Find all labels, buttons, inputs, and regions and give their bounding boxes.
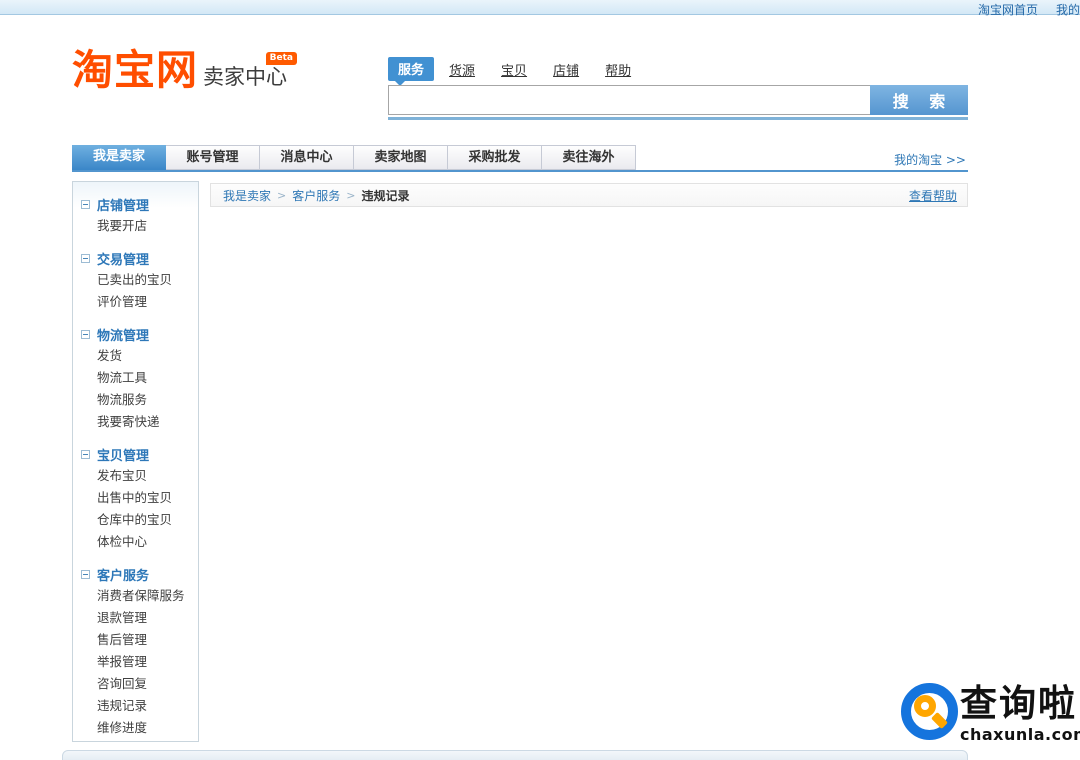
sidebar-section-title: 宝贝管理 [97, 448, 150, 464]
search-tab-supply[interactable]: 货源 [449, 60, 475, 79]
search-row: 搜 索 [388, 85, 968, 115]
breadcrumb-bar: 我是卖家 > 客户服务 > 违规记录 查看帮助 [210, 183, 968, 207]
logo-suffix-text: 卖家中心 Beta [203, 52, 297, 90]
nav-tab-message[interactable]: 消息中心 [260, 145, 354, 170]
sidebar-section-logistics-management: 物流管理 发货 物流工具 物流服务 我要寄快递 [73, 318, 198, 438]
collapse-minus-icon[interactable] [81, 253, 90, 263]
collapse-minus-icon[interactable] [81, 199, 90, 209]
watermark-domain: chaxunla.com [960, 725, 1080, 744]
sidebar-item-warehouse-items[interactable]: 仓库中的宝贝 [73, 509, 198, 531]
sidebar-item-report-management[interactable]: 举报管理 [73, 651, 198, 673]
sidebar-item-rating-management[interactable]: 评价管理 [73, 291, 198, 313]
collapse-minus-icon[interactable] [81, 329, 90, 339]
topbar-link-taobao-home[interactable]: 淘宝网首页 [978, 1, 1038, 18]
search-tab-service[interactable]: 服务 [388, 57, 435, 86]
breadcrumb: 我是卖家 > 客户服务 > 违规记录 [211, 187, 409, 204]
sidebar-item-logistics-tools[interactable]: 物流工具 [73, 367, 198, 389]
beta-badge: Beta [265, 52, 297, 65]
search-tabs: 服务 货源 宝贝 店铺 帮助 [388, 57, 968, 86]
sidebar-item-refund-management[interactable]: 退款管理 [73, 607, 198, 629]
search-button[interactable]: 搜 索 [870, 85, 968, 115]
search-tab-shop[interactable]: 店铺 [553, 60, 579, 79]
sidebar-section-title: 店铺管理 [97, 198, 150, 214]
sidebar-header-shop-management[interactable]: 店铺管理 [73, 193, 198, 215]
nav-tab-overseas[interactable]: 卖往海外 [542, 145, 636, 170]
sidebar-section-trade-management: 交易管理 已卖出的宝贝 评价管理 [73, 242, 198, 318]
sidebar-item-sold-items[interactable]: 已卖出的宝贝 [73, 269, 198, 291]
sidebar-item-logistics-service[interactable]: 物流服务 [73, 389, 198, 411]
breadcrumb-separator: > [277, 188, 287, 202]
sidebar-header-logistics-management[interactable]: 物流管理 [73, 323, 198, 345]
collapse-minus-icon[interactable] [81, 449, 90, 459]
sidebar-section-title: 客户服务 [97, 568, 150, 584]
sidebar-section-title: 交易管理 [97, 252, 150, 268]
main-nav: 我是卖家 账号管理 消息中心 卖家地图 采购批发 卖往海外 我的淘宝 >> [72, 145, 968, 172]
footer-strip [62, 750, 968, 760]
chaxunla-watermark: 查询啦 chaxunla.com [901, 683, 1080, 744]
sidebar-section-item-management: 宝贝管理 发布宝贝 出售中的宝贝 仓库中的宝贝 体检中心 [73, 438, 198, 558]
sidebar: 店铺管理 我要开店 交易管理 已卖出的宝贝 评价管理 物流管理 发货 物流工具 … [72, 181, 199, 742]
topbar-link-my-taobao[interactable]: 我的淘宝 [1056, 1, 1080, 18]
logo[interactable]: 淘宝网 卖家中心 Beta [72, 46, 297, 94]
sidebar-item-repair-progress[interactable]: 维修进度 [73, 717, 198, 739]
my-taobao-link[interactable]: 我的淘宝 >> [894, 151, 966, 168]
breadcrumb-current-page: 违规记录 [361, 188, 410, 203]
view-help-link[interactable]: 查看帮助 [909, 187, 957, 204]
sidebar-item-aftersale-management[interactable]: 售后管理 [73, 629, 198, 651]
main-nav-tabs: 我是卖家 账号管理 消息中心 卖家地图 采购批发 卖往海外 [72, 145, 968, 170]
sidebar-section-shop-management: 店铺管理 我要开店 [73, 188, 198, 242]
search-input[interactable] [388, 85, 871, 115]
topbar: 淘宝网首页 我的淘宝 [0, 0, 1080, 18]
search-tab-help[interactable]: 帮助 [605, 60, 631, 79]
sidebar-header-customer-service[interactable]: 客户服务 [73, 563, 198, 585]
search-underline [388, 117, 968, 120]
sidebar-item-ship[interactable]: 发货 [73, 345, 198, 367]
magnifier-logo-icon [901, 683, 958, 740]
search-tab-item[interactable]: 宝贝 [501, 60, 527, 79]
watermark-title: 查询啦 [960, 682, 1077, 725]
breadcrumb-separator: > [346, 188, 356, 202]
sidebar-section-customer-service: 客户服务 消费者保障服务 退款管理 售后管理 举报管理 咨询回复 违规记录 维修… [73, 558, 198, 744]
breadcrumb-link-seller[interactable]: 我是卖家 [223, 187, 271, 204]
sidebar-header-trade-management[interactable]: 交易管理 [73, 247, 198, 269]
sidebar-item-publish-item[interactable]: 发布宝贝 [73, 465, 198, 487]
sidebar-item-on-sale-items[interactable]: 出售中的宝贝 [73, 487, 198, 509]
nav-tab-wholesale[interactable]: 采购批发 [448, 145, 542, 170]
logo-brand-text: 淘宝网 [72, 46, 198, 94]
nav-tab-seller-map[interactable]: 卖家地图 [354, 145, 448, 170]
sidebar-header-item-management[interactable]: 宝贝管理 [73, 443, 198, 465]
sidebar-item-send-express[interactable]: 我要寄快递 [73, 411, 198, 433]
sidebar-item-open-shop[interactable]: 我要开店 [73, 215, 198, 237]
sidebar-item-consumer-protection[interactable]: 消费者保障服务 [73, 585, 198, 607]
nav-tab-seller[interactable]: 我是卖家 [72, 145, 166, 170]
sidebar-item-checkup-center[interactable]: 体检中心 [73, 531, 198, 553]
search-module: 服务 货源 宝贝 店铺 帮助 搜 索 [388, 57, 968, 120]
collapse-minus-icon[interactable] [81, 569, 90, 579]
sidebar-item-inquiry-reply[interactable]: 咨询回复 [73, 673, 198, 695]
sidebar-section-title: 物流管理 [97, 328, 150, 344]
sidebar-item-violation-records[interactable]: 违规记录 [73, 695, 198, 717]
breadcrumb-link-customer-service[interactable]: 客户服务 [292, 187, 340, 204]
nav-tab-account[interactable]: 账号管理 [166, 145, 260, 170]
